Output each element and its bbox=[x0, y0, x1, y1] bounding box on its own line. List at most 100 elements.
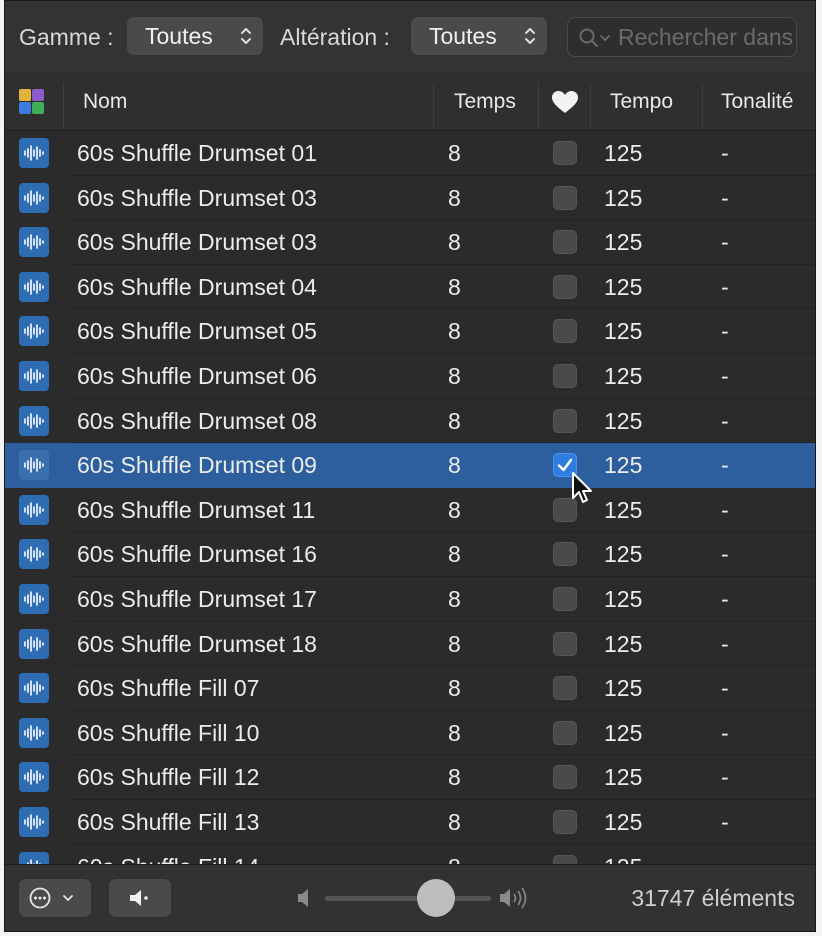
color-squares-icon[interactable] bbox=[19, 89, 45, 115]
column-header-name[interactable]: Nom bbox=[83, 73, 127, 130]
loop-beats: 8 bbox=[448, 764, 461, 791]
loop-key: - bbox=[721, 496, 729, 523]
column-header-beats[interactable]: Temps bbox=[454, 73, 516, 130]
loop-name: 60s Shuffle Drumset 05 bbox=[77, 318, 317, 345]
loop-key: - bbox=[721, 452, 729, 479]
favorite-checkbox[interactable] bbox=[553, 720, 577, 745]
loop-beats: 8 bbox=[448, 229, 461, 256]
column-header-key[interactable]: Tonalité bbox=[721, 73, 793, 130]
loop-tempo: 125 bbox=[604, 809, 643, 835]
loop-tempo: 125 bbox=[604, 184, 643, 211]
loop-beats: 8 bbox=[448, 719, 461, 746]
favorite-checkbox[interactable] bbox=[553, 631, 577, 656]
table-row[interactable]: 60s Shuffle Fill 10 8 125 - bbox=[5, 711, 815, 756]
loop-tempo: 125 bbox=[604, 452, 643, 479]
loop-tempo: 125 bbox=[604, 229, 643, 256]
filter-bar: Gamme : Toutes Altération : Toutes Reche… bbox=[5, 1, 815, 73]
column-divider bbox=[538, 83, 539, 129]
loop-tempo: 125 bbox=[604, 541, 643, 568]
loop-beats: 8 bbox=[448, 184, 461, 211]
column-header-tempo[interactable]: Tempo bbox=[610, 73, 673, 130]
loop-browser-window: Gamme : Toutes Altération : Toutes Reche… bbox=[4, 0, 816, 932]
table-row[interactable]: 60s Shuffle Fill 14 8 125 - bbox=[5, 845, 815, 866]
favorite-checkbox[interactable] bbox=[553, 542, 577, 567]
volume-slider-track[interactable] bbox=[325, 896, 491, 901]
audio-region-icon bbox=[19, 584, 49, 614]
audio-region-icon bbox=[19, 673, 49, 704]
loop-key: - bbox=[721, 318, 729, 345]
loop-name: 60s Shuffle Drumset 04 bbox=[77, 273, 317, 300]
loop-name: 60s Shuffle Drumset 16 bbox=[77, 541, 317, 568]
table-row[interactable]: 60s Shuffle Drumset 16 8 125 - bbox=[5, 532, 815, 577]
ellipsis-circle-icon bbox=[29, 887, 73, 909]
loop-tempo: 125 bbox=[604, 675, 643, 702]
loop-name: 60s Shuffle Fill 12 bbox=[77, 764, 260, 791]
favorite-checkbox[interactable] bbox=[553, 765, 577, 790]
table-row[interactable]: 60s Shuffle Drumset 17 8 125 - bbox=[5, 577, 815, 622]
favorite-checkbox[interactable] bbox=[553, 185, 577, 210]
loop-name: 60s Shuffle Fill 14 bbox=[77, 845, 259, 866]
favorite-checkbox[interactable] bbox=[553, 408, 577, 433]
loop-beats: 8 bbox=[448, 541, 461, 568]
loop-key: - bbox=[721, 184, 729, 211]
table-row[interactable]: 60s Shuffle Drumset 06 8 125 - bbox=[5, 354, 815, 399]
audio-region-icon bbox=[19, 762, 49, 793]
loop-key: - bbox=[721, 809, 729, 835]
favorite-checkbox[interactable] bbox=[553, 141, 577, 165]
table-row[interactable]: 60s Shuffle Drumset 08 8 125 - bbox=[5, 399, 815, 444]
scale-label: Gamme : bbox=[19, 24, 114, 50]
loop-list[interactable]: 60s Shuffle Drumset 01 8 125-60s Shuffle D… bbox=[5, 131, 815, 866]
loop-tempo: 125 bbox=[604, 140, 643, 166]
loop-name: 60s Shuffle Drumset 17 bbox=[77, 586, 317, 612]
loop-beats: 8 bbox=[448, 845, 461, 866]
scale-popup[interactable]: Toutes bbox=[127, 17, 263, 55]
table-row[interactable]: 60s Shuffle Drumset 03 8 125 - bbox=[5, 220, 815, 265]
loop-beats: 8 bbox=[448, 630, 461, 657]
favorite-checkbox[interactable] bbox=[553, 587, 577, 611]
favorite-checkbox[interactable] bbox=[553, 274, 577, 299]
accidental-popup[interactable]: Toutes bbox=[411, 17, 547, 55]
loop-key: - bbox=[721, 273, 729, 300]
volume-low-icon bbox=[298, 889, 308, 907]
heart-icon[interactable] bbox=[552, 91, 578, 114]
loop-key: - bbox=[721, 229, 729, 256]
loop-name: 60s Shuffle Fill 07 bbox=[77, 675, 260, 702]
favorite-checkbox[interactable] bbox=[553, 319, 577, 344]
favorite-checkbox[interactable] bbox=[553, 230, 577, 255]
loop-name: 60s Shuffle Drumset 03 bbox=[77, 229, 317, 256]
volume-slider-thumb[interactable] bbox=[417, 879, 456, 917]
loop-beats: 8 bbox=[448, 140, 461, 166]
loop-beats: 8 bbox=[448, 586, 461, 612]
search-field[interactable]: Rechercher dans les boucles bbox=[567, 17, 797, 57]
table-row[interactable]: 60s Shuffle Drumset 03 8 125 - bbox=[5, 176, 815, 221]
audio-region-icon bbox=[19, 405, 49, 436]
table-row[interactable]: 60s Shuffle Drumset 18 8 125 - bbox=[5, 622, 815, 667]
table-row[interactable]: 60s Shuffle Drumset 01 8 125 - bbox=[5, 131, 815, 176]
loop-tempo: 125 bbox=[604, 273, 643, 300]
table-row[interactable]: 60s Shuffle Drumset 04 8 125 - bbox=[5, 265, 815, 310]
favorite-checkbox[interactable] bbox=[553, 676, 577, 701]
volume-high-icon bbox=[500, 887, 527, 909]
table-row[interactable]: 60s Shuffle Drumset 09 8 125 - bbox=[5, 443, 815, 488]
table-row[interactable]: 60s Shuffle Fill 07 8 125 - bbox=[5, 666, 815, 711]
audio-region-icon bbox=[19, 450, 49, 481]
loop-name: 60s Shuffle Drumset 01 bbox=[77, 140, 317, 166]
more-options-button[interactable] bbox=[19, 879, 91, 917]
favorite-checkbox[interactable] bbox=[553, 810, 577, 834]
audio-region-icon bbox=[19, 316, 49, 347]
table-row[interactable]: 60s Shuffle Drumset 11 8 125 - bbox=[5, 488, 815, 533]
loop-tempo: 125 bbox=[604, 719, 643, 746]
table-row[interactable]: 60s Shuffle Fill 13 8 125 - bbox=[5, 800, 815, 845]
preview-speaker-button[interactable] bbox=[109, 879, 171, 917]
loop-key: - bbox=[721, 845, 729, 866]
up-down-chevron-icon bbox=[525, 28, 535, 44]
table-row[interactable]: 60s Shuffle Drumset 05 8 125 - bbox=[5, 309, 815, 354]
search-input[interactable]: Rechercher dans les boucles bbox=[618, 18, 794, 56]
table-row[interactable]: 60s Shuffle Fill 12 8 125 - bbox=[5, 755, 815, 800]
mouse-pointer-icon bbox=[572, 472, 592, 503]
audio-region-icon bbox=[19, 271, 49, 302]
loop-beats: 8 bbox=[448, 273, 461, 300]
loop-tempo: 125 bbox=[604, 318, 643, 345]
favorite-checkbox[interactable] bbox=[553, 364, 577, 388]
loop-name: 60s Shuffle Drumset 09 bbox=[77, 452, 317, 479]
